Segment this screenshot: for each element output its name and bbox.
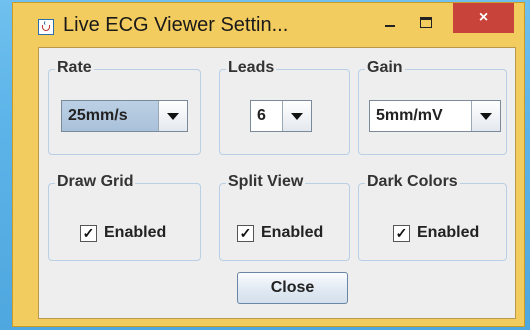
checkmark-icon[interactable]: ✓	[237, 224, 254, 242]
chevron-down-icon[interactable]	[158, 101, 187, 131]
dark-colors-checkbox[interactable]: ✓ Enabled	[393, 224, 479, 242]
gain-select[interactable]: 5mm/mV	[369, 100, 501, 132]
draw-grid-group: Draw Grid ✓ Enabled	[48, 173, 201, 261]
gain-group: Gain 5mm/mV	[358, 59, 507, 155]
rate-group: Rate 25mm/s	[48, 59, 201, 155]
dark-colors-label: Dark Colors	[365, 173, 460, 191]
split-view-label: Split View	[226, 173, 306, 191]
leads-value: 6	[257, 107, 266, 124]
window-title: Live ECG Viewer Settin...	[63, 14, 289, 36]
rate-value: 25mm/s	[68, 107, 128, 124]
leads-select[interactable]: 6	[250, 100, 312, 132]
leads-label: Leads	[226, 59, 277, 77]
checkmark-icon[interactable]: ✓	[393, 224, 410, 242]
rate-label: Rate	[55, 59, 94, 77]
rate-value-area: 25mm/s	[62, 101, 158, 131]
gain-label: Gain	[365, 59, 405, 77]
checkmark-icon[interactable]: ✓	[80, 224, 97, 242]
settings-panel: Rate 25mm/s Leads 6 Gain 5mm/mV Draw Gri…	[38, 47, 516, 319]
split-view-group: Split View ✓ Enabled	[219, 173, 350, 261]
gain-value: 5mm/mV	[376, 107, 443, 124]
rate-select[interactable]: 25mm/s	[61, 100, 188, 132]
close-button[interactable]: Close	[237, 272, 348, 304]
close-icon[interactable]: ×	[453, 3, 514, 33]
chevron-down-icon[interactable]	[282, 101, 311, 131]
draw-grid-enabled-label[interactable]: Enabled	[104, 224, 166, 242]
title-bar[interactable]: Live ECG Viewer Settin... ×	[13, 3, 524, 46]
dark-colors-enabled-label[interactable]: Enabled	[417, 224, 479, 242]
java-app-icon[interactable]	[38, 19, 54, 35]
draw-grid-checkbox[interactable]: ✓ Enabled	[80, 224, 166, 242]
leads-group: Leads 6	[219, 59, 350, 155]
draw-grid-label: Draw Grid	[55, 173, 136, 191]
maximize-icon[interactable]	[411, 11, 441, 39]
split-view-enabled-label[interactable]: Enabled	[261, 224, 323, 242]
chevron-down-icon[interactable]	[471, 101, 500, 131]
split-view-checkbox[interactable]: ✓ Enabled	[237, 224, 323, 242]
minimize-icon[interactable]	[375, 11, 405, 39]
settings-window: Live ECG Viewer Settin... × Rate 25mm/s …	[13, 3, 524, 326]
dark-colors-group: Dark Colors ✓ Enabled	[358, 173, 507, 261]
cup-shape	[42, 25, 50, 31]
